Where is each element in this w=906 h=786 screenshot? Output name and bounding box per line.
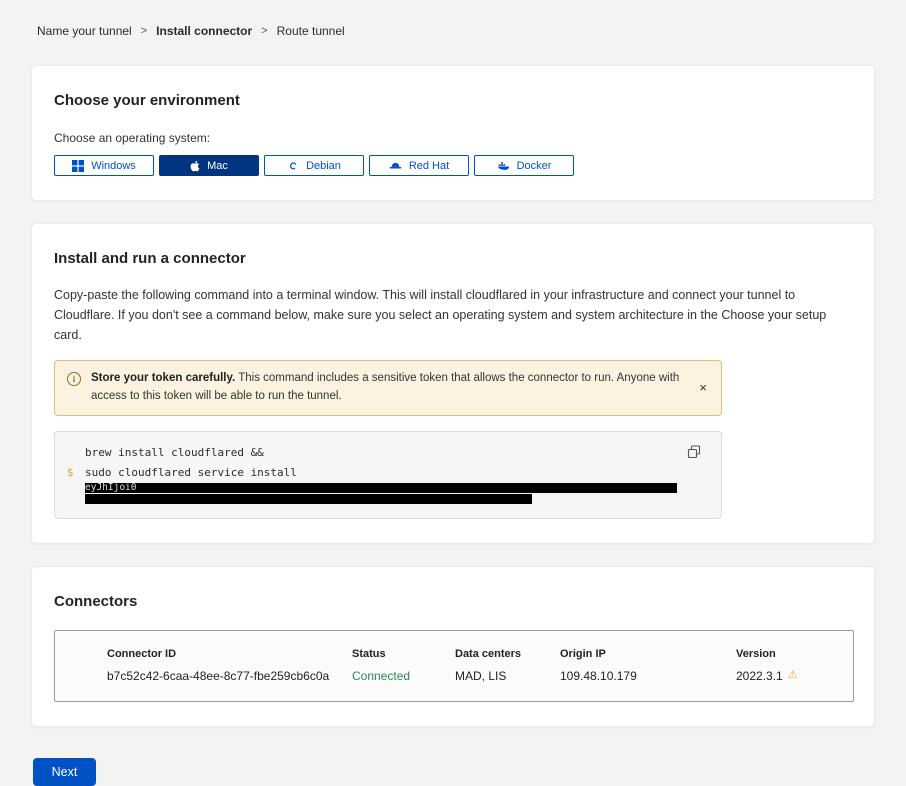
connectors-table: Connector ID Status Data centers Origin … [54,630,854,702]
alert-text: Store your token carefully.This command … [91,370,687,406]
docker-icon [497,161,510,171]
status-badge: Connected [352,669,455,683]
table-header-row: Connector ID Status Data centers Origin … [55,648,853,660]
connector-id-value: b7c52c42-6caa-48ee-8c77-fbe259cb6c0a [107,669,352,683]
breadcrumb-install-connector[interactable]: Install connector [156,24,252,38]
os-button-windows[interactable]: Windows [54,155,154,176]
os-button-label: Red Hat [409,160,449,172]
code-line [55,494,705,505]
code-line: $ sudo cloudflared service install [55,463,705,483]
code-line-2: sudo cloudflared service install [85,466,297,479]
connectors-card-title: Connectors [54,593,852,610]
redhat-icon [389,161,402,171]
breadcrumb-route-tunnel[interactable]: Route tunnel [277,24,345,38]
environment-card: Choose your environment Choose an operat… [31,65,875,201]
column-header-version: Version [736,648,853,660]
breadcrumb-name-your-tunnel[interactable]: Name your tunnel [37,24,132,38]
os-button-redhat[interactable]: Red Hat [369,155,469,176]
os-button-debian[interactable]: Debian [264,155,364,176]
version-value: 2022.3.1 [736,669,783,683]
connector-description: Copy-paste the following command into a … [54,285,852,345]
connectors-card: Connectors Connector ID Status Data cent… [31,566,875,727]
os-select-label: Choose an operating system: [54,131,852,145]
environment-card-title: Choose your environment [54,92,852,109]
column-header-status: Status [352,648,455,660]
shell-prompt: $ [55,466,85,479]
install-command-block: brew install cloudflared && $ sudo cloud… [54,431,722,519]
copy-icon[interactable] [687,445,701,462]
next-button[interactable]: Next [33,758,96,786]
column-header-origin-ip: Origin IP [560,648,736,660]
code-line: eyJhIjoi0 [55,483,705,494]
windows-icon [72,160,84,172]
debian-icon [287,160,299,172]
redacted-token-bar-continued [85,494,532,504]
os-options-row: Windows Mac Debian Red Hat Docker [54,155,852,176]
os-button-label: Mac [207,160,228,172]
token-prefix: eyJhIjoi0 [85,483,136,493]
version-cell: 2022.3.1 ⚠ [736,669,853,683]
connector-card-title: Install and run a connector [54,250,852,267]
code-line: brew install cloudflared && [55,443,705,463]
connector-card: Install and run a connector Copy-paste t… [31,223,875,544]
breadcrumb-separator: > [141,25,147,37]
os-button-label: Docker [517,160,552,172]
column-header-connector-id: Connector ID [107,648,352,660]
close-icon[interactable]: × [697,381,709,394]
info-icon: i [67,372,81,386]
redacted-token-bar: eyJhIjoi0 [85,483,677,493]
alert-bold-text: Store your token carefully. [91,372,235,384]
version-warning-icon: ⚠ [788,670,798,681]
code-line-1: brew install cloudflared && [85,446,264,459]
token-warning-alert: i Store your token carefully.This comman… [54,360,722,416]
os-button-label: Debian [306,160,341,172]
os-button-mac[interactable]: Mac [159,155,259,176]
breadcrumb-separator: > [261,25,267,37]
origin-ip-value: 109.48.10.179 [560,669,736,683]
table-row: b7c52c42-6caa-48ee-8c77-fbe259cb6c0a Con… [55,669,853,683]
os-button-label: Windows [91,160,136,172]
column-header-data-centers: Data centers [455,648,560,660]
os-button-docker[interactable]: Docker [474,155,574,176]
apple-icon [190,160,200,172]
data-centers-value: MAD, LIS [455,669,560,683]
breadcrumb: Name your tunnel > Install connector > R… [0,0,906,38]
